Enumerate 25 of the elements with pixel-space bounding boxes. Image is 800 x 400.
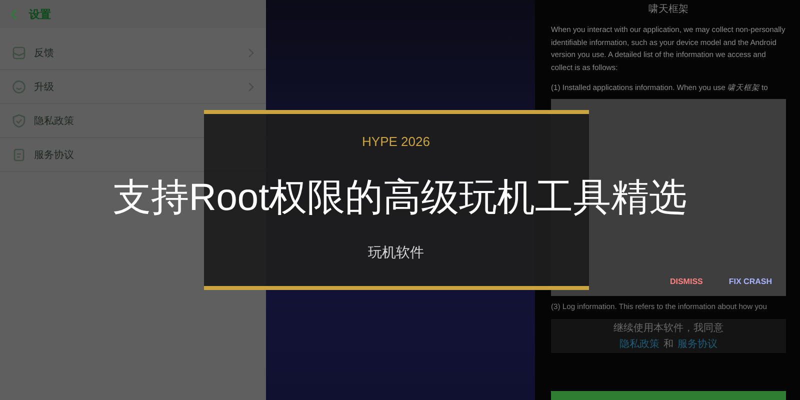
screen-title: 啸天框架	[648, 2, 690, 16]
consent-text: 继续使用本软件，我同意	[614, 322, 724, 334]
item-label: 隐私政策	[34, 114, 74, 128]
dismiss-button[interactable]: DISMISS	[670, 276, 703, 286]
settings-item[interactable]: 反馈	[0, 36, 266, 69]
settings-item[interactable]: 隐私政策	[0, 104, 86, 137]
back-icon[interactable]	[10, 8, 17, 20]
joiner-text: 和	[664, 338, 674, 350]
settings-item[interactable]: 升级	[0, 70, 266, 103]
settings-item[interactable]: 服务协议	[0, 138, 86, 171]
item-label: 升级	[34, 80, 55, 94]
smiley-icon	[12, 80, 26, 94]
item-label: 反馈	[34, 46, 55, 60]
terms-link[interactable]: 服务协议	[678, 336, 718, 350]
agree-button[interactable]	[551, 391, 786, 400]
privacy-link[interactable]: 隐私政策	[620, 336, 660, 350]
screen-title: 设置	[29, 8, 51, 22]
document-icon	[12, 148, 26, 162]
kicker-text: HYPE 2026	[362, 134, 430, 149]
fix-button[interactable]: FIX CRASH	[728, 276, 772, 286]
headline: 支持Root权限的高级玩机工具精选	[112, 176, 688, 221]
item-label: 服务协议	[34, 148, 74, 162]
envelope-icon	[12, 46, 26, 60]
category-text: 玩机软件	[368, 244, 424, 262]
shield-icon	[12, 114, 26, 128]
